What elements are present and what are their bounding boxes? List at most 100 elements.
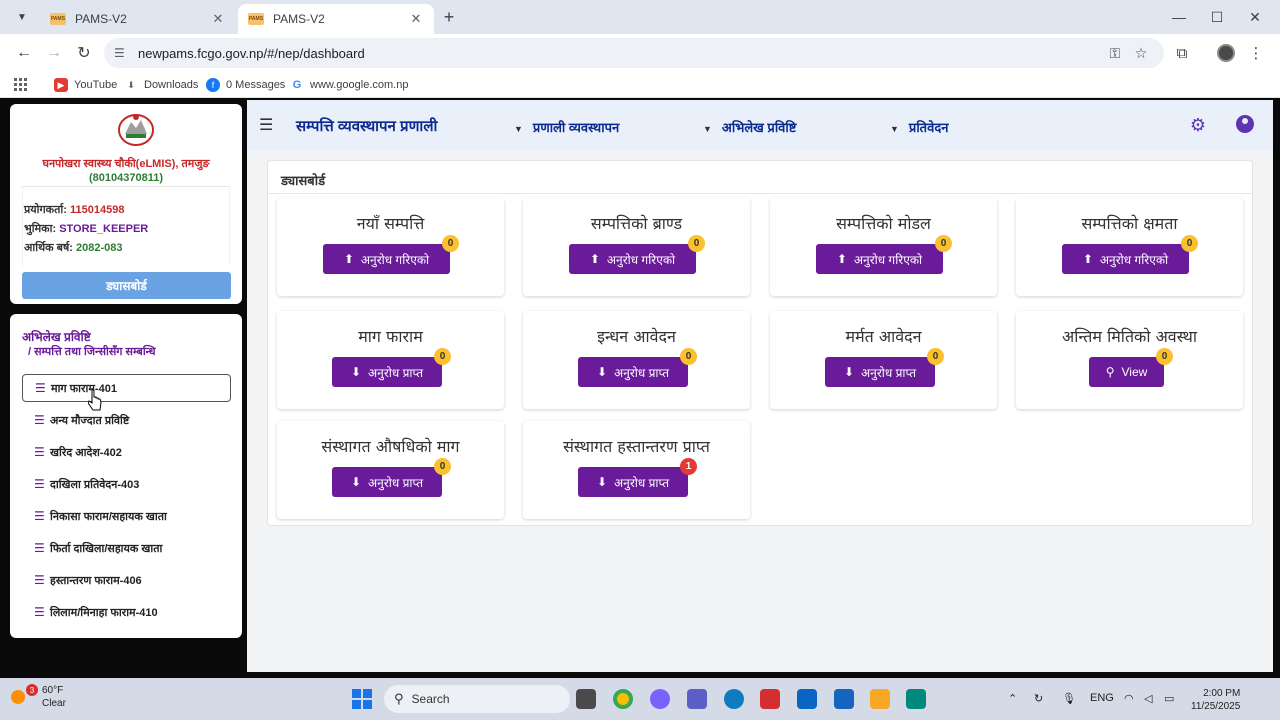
card-asset-model: सम्पत्तिको मोडल ⬆ अनुरोध गरिएको 0 [770, 198, 997, 296]
button-label: अनुरोध प्राप्त [861, 365, 917, 380]
teams-icon[interactable] [687, 689, 707, 709]
bookmark-star-icon[interactable]: ☆ [1130, 38, 1152, 68]
snipping-tool-icon[interactable] [906, 689, 926, 709]
sidebar-item-label: दाखिला प्रतिवेदन-403 [50, 478, 140, 491]
card-title: मर्मत आवेदन [845, 327, 922, 346]
list-icon: ☰ [34, 413, 45, 427]
sidebar-item-receipt-report[interactable]: ☰ दाखिला प्रतिवेदन-403 [22, 470, 231, 498]
card-repair-application: मर्मत आवेदन ⬇ अनुरोध प्राप्त 0 [770, 311, 997, 409]
nepal-emblem-icon [118, 114, 154, 146]
requested-button[interactable]: ⬆ अनुरोध गरिएको 0 [1062, 235, 1198, 274]
view-button[interactable]: ⚲ View 0 [1089, 348, 1173, 387]
sidebar-toggle-icon[interactable]: ☰ [259, 115, 277, 135]
sidebar-item-purchase-order[interactable]: ☰ खरिद आदेश-402 [22, 438, 231, 466]
bookmark-youtube[interactable]: ▶ YouTube [54, 76, 117, 94]
minimize-icon[interactable]: — [1160, 4, 1198, 30]
forward-arrow-icon[interactable]: → [42, 41, 66, 65]
weather-widget[interactable]: 60°F Clear [42, 684, 66, 710]
card-asset-brand: सम्पत्तिको ब्राण्ड ⬆ अनुरोध गरिएको 0 [523, 198, 750, 296]
url-text[interactable]: newpams.fcgo.gov.np/#/nep/dashboard [138, 46, 365, 61]
anydesk-icon[interactable] [760, 689, 780, 709]
maximize-icon[interactable]: ☐ [1198, 4, 1236, 30]
sidebar-item-issue-form[interactable]: ☰ निकासा फाराम/सहायक खाता [22, 502, 231, 530]
copilot-icon[interactable] [650, 689, 670, 709]
browser-tab-inactive[interactable]: PAMS PAMS-V2 ✕ [40, 4, 236, 34]
sidebar-item-return-receipt[interactable]: ☰ फिर्ता दाखिला/सहायक खाता [22, 534, 231, 562]
bookmark-label: Downloads [144, 79, 199, 91]
nav-label: प्रणाली व्यवस्थापन [532, 120, 620, 135]
bookmark-downloads[interactable]: ⬇ Downloads [124, 76, 198, 94]
received-button[interactable]: ⬇ अनुरोध प्राप्त 1 [578, 458, 697, 497]
bookmark-messages[interactable]: f 0 Messages [206, 76, 285, 94]
wifi-icon[interactable]: ◠ [1124, 692, 1134, 705]
volume-icon[interactable]: ◁ [1144, 692, 1152, 705]
dashboard-button[interactable]: ड्यासबोर्ड [22, 272, 231, 299]
count-badge: 0 [442, 235, 459, 252]
bookmark-google[interactable]: G www.google.com.np [290, 76, 409, 94]
windows-start-icon[interactable] [352, 689, 372, 709]
sidebar-item-transfer-form[interactable]: ☰ हस्तान्तरण फाराम-406 [22, 566, 231, 594]
battery-icon[interactable]: ▭ [1164, 692, 1174, 705]
nav-system-management[interactable]: ▼ प्रणाली व्यवस्थापन [514, 118, 619, 136]
tray-chevron-up-icon[interactable]: ⌃ [1008, 692, 1017, 705]
browser-toolbar: ← → ↻ ☰ newpams.fcgo.gov.np/#/nep/dashbo… [0, 34, 1280, 72]
outlook-icon[interactable] [797, 689, 817, 709]
org-info-card: घनपोखरा स्वास्थ्य चौकी(eLMIS), तमजुङ (80… [10, 104, 242, 304]
received-button[interactable]: ⬇ अनुरोध प्राप्त 0 [825, 348, 944, 387]
received-button[interactable]: ⬇ अनुरोध प्राप्त 0 [578, 348, 697, 387]
password-key-icon[interactable]: ⚿ [1104, 38, 1126, 68]
org-name: घनपोखरा स्वास्थ्य चौकी(eLMIS), तमजुङ [42, 158, 210, 170]
requested-button[interactable]: ⬆ अनुरोध गरिएको 0 [569, 235, 705, 274]
received-button[interactable]: ⬇ अनुरोध प्राप्त 0 [332, 458, 451, 497]
user-account-icon[interactable] [1236, 115, 1254, 133]
card-title: सम्पत्तिको मोडल [836, 214, 931, 233]
fiscal-year-row: आर्थिक बर्ष: 2082-083 [24, 240, 123, 255]
back-arrow-icon[interactable]: ← [12, 41, 36, 65]
app-title[interactable]: सम्पत्ति व्यवस्थापन प्रणाली [296, 116, 437, 136]
date: 11/25/2025 [1191, 701, 1241, 712]
tab-close-icon[interactable]: ✕ [210, 11, 226, 27]
tab-search-chevron-icon[interactable]: ▼ [8, 6, 36, 28]
card-expiry-status: अन्तिम मितिको अवस्था ⚲ View 0 [1016, 311, 1243, 409]
extensions-puzzle-icon[interactable]: ⧉ [1170, 41, 1194, 65]
chrome-icon[interactable] [613, 689, 633, 709]
received-button[interactable]: ⬇ अनुरोध प्राप्त 0 [332, 348, 451, 387]
sidebar-item-other-stock[interactable]: ☰ अन्य मौज्दात प्रविष्टि [22, 406, 231, 434]
tab-close-icon[interactable]: ✕ [408, 11, 424, 27]
microphone-icon[interactable]: 🎙 [1062, 692, 1076, 705]
store-icon[interactable] [834, 689, 854, 709]
sidebar-item-demand-form[interactable]: ☰ माग फाराम-401 [22, 374, 231, 402]
site-info-icon[interactable]: ☰ [114, 46, 134, 60]
file-explorer-icon[interactable] [870, 689, 890, 709]
button-label: अनुरोध प्राप्त [614, 475, 670, 490]
edge-icon[interactable] [724, 689, 744, 709]
browser-tab-active[interactable]: PAMS PAMS-V2 ✕ [238, 4, 434, 34]
language-indicator[interactable]: ENG [1090, 692, 1114, 704]
button-label: अनुरोध गरिएको [853, 252, 923, 267]
taskbar-clock[interactable]: 2:00 PM 11/25/2025 [1191, 687, 1240, 713]
nav-reports[interactable]: ▼ प्रतिवेदन [890, 118, 948, 136]
more-menu-icon[interactable]: ⋮ [1244, 41, 1268, 65]
new-tab-plus-icon[interactable]: + [438, 6, 460, 28]
card-title: अन्तिम मितिको अवस्था [1062, 327, 1197, 346]
taskbar-search[interactable]: ⚲ Search [384, 685, 570, 713]
window-close-icon[interactable]: ✕ [1236, 4, 1274, 30]
sync-icon[interactable]: ↻ [1034, 692, 1043, 705]
card-title: सम्पत्तिको क्षमता [1081, 214, 1178, 233]
address-bar[interactable]: ☰ newpams.fcgo.gov.np/#/nep/dashboard ⚿ … [104, 38, 1164, 68]
requested-button[interactable]: ⬆ अनुरोध गरिएको 0 [816, 235, 952, 274]
requested-button[interactable]: ⬆ अनुरोध गरिएको 0 [323, 235, 459, 274]
nav-record-entry[interactable]: ▼ अभिलेख प्रविष्टि [703, 118, 796, 136]
profile-avatar[interactable] [1214, 41, 1238, 65]
settings-gear-icon[interactable]: ⚙ [1187, 114, 1209, 136]
reload-icon[interactable]: ↻ [72, 41, 96, 65]
download-icon: ⬇ [596, 365, 608, 379]
card-title: माग फाराम [358, 327, 423, 346]
sidebar-item-auction-form[interactable]: ☰ लिलाम/मिनाहा फाराम-410 [22, 598, 231, 626]
card-title: सम्पत्तिको ब्राण्ड [590, 214, 683, 233]
task-view-icon[interactable] [576, 689, 596, 709]
sidebar-item-label: फिर्ता दाखिला/सहायक खाता [50, 542, 163, 555]
button-label: अनुरोध प्राप्त [368, 475, 424, 490]
bookmarks-bar: ▶ YouTube ⬇ Downloads f 0 Messages G www… [0, 72, 1280, 98]
apps-grid-icon[interactable] [14, 76, 28, 94]
